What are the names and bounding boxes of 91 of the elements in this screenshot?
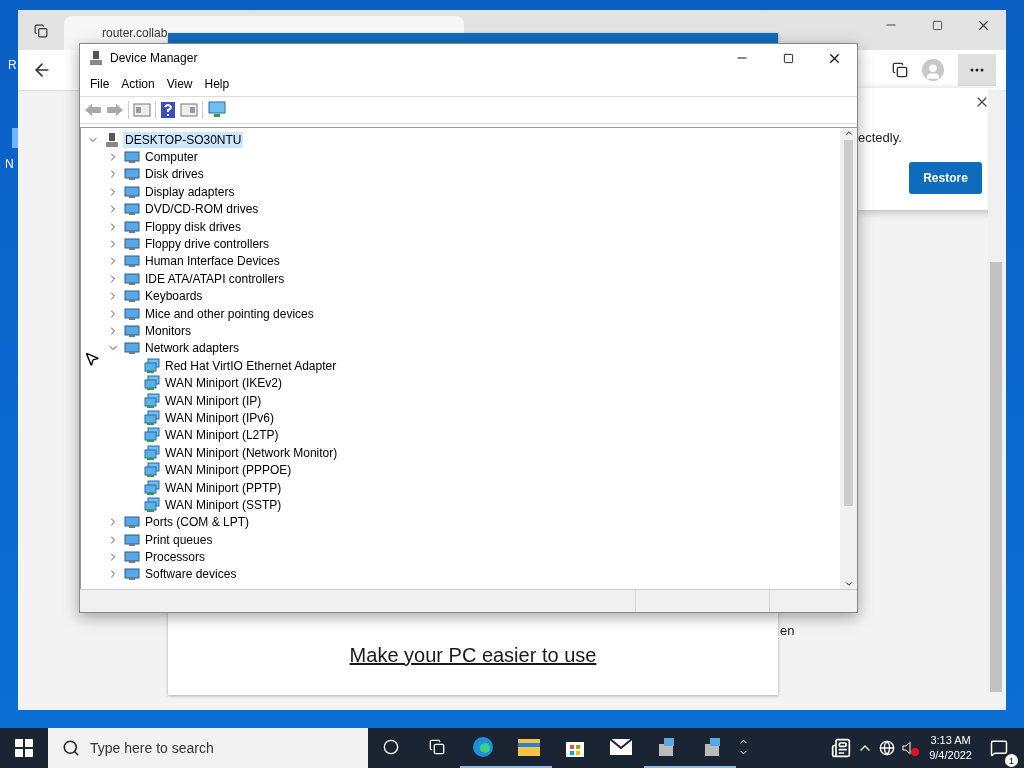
tree-item[interactable]: WAN Miniport (PPPOE) [163, 462, 294, 479]
tree-item[interactable]: WAN Miniport (IPv6) [163, 409, 276, 426]
tree-item[interactable]: WAN Miniport (L2TP) [163, 427, 281, 444]
tree-item[interactable]: WAN Miniport (IKEv2) [163, 375, 284, 392]
device-icon [124, 323, 140, 339]
folder-icon [517, 737, 541, 757]
tree-item[interactable]: Red Hat VirtIO Ethernet Adapter [163, 357, 339, 374]
device-icon [124, 566, 140, 583]
tree-item[interactable]: Keyboards [143, 288, 205, 305]
search-icon [62, 739, 80, 757]
task-view-icon[interactable] [429, 739, 445, 755]
forward-arrow-icon[interactable] [106, 102, 124, 118]
back-arrow-icon[interactable] [84, 102, 102, 118]
tree-item[interactable]: Processors [143, 549, 208, 566]
restore-button[interactable]: Restore [909, 162, 982, 194]
notification-icon [990, 739, 1008, 757]
tree-item[interactable]: Software devices [143, 566, 239, 583]
page-text: en [780, 623, 795, 638]
device-icon [124, 305, 140, 322]
ease-of-use-link[interactable]: Make your PC easier to use [349, 644, 597, 667]
speaker-icon[interactable] [901, 740, 918, 756]
monitor-icon[interactable] [207, 101, 227, 119]
network-icon [144, 375, 160, 392]
device-icon [124, 236, 140, 253]
network-icon [144, 392, 160, 409]
scroll-up-icon[interactable] [843, 128, 854, 138]
notification-text: ectedly. [858, 130, 902, 145]
menu-item[interactable]: File [84, 77, 116, 91]
computer-icon [88, 50, 104, 66]
tree-item[interactable]: Floppy drive controllers [143, 236, 272, 253]
device-icon [124, 201, 140, 218]
desktop-icon-label: N [5, 157, 14, 171]
network-icon [144, 444, 160, 461]
tree-item[interactable]: Network adapters [143, 340, 242, 357]
device-icon [124, 531, 140, 548]
menu-item[interactable]: View [160, 77, 199, 91]
device-icon [124, 514, 140, 531]
collections-icon[interactable] [892, 62, 908, 78]
browser-icon [472, 736, 494, 758]
tree-item[interactable]: DESKTOP-SO30NTU [123, 131, 244, 148]
device-icon [124, 549, 140, 566]
device-icon [124, 166, 140, 183]
tree-item[interactable]: WAN Miniport (Network Monitor) [163, 444, 340, 461]
tree-item[interactable]: WAN Miniport (PPTP) [163, 479, 284, 496]
device-icon [124, 149, 140, 166]
device-icon [124, 288, 140, 305]
network-icon[interactable] [879, 740, 896, 756]
tree-item[interactable]: DVD/CD-ROM drives [143, 201, 261, 218]
device-icon [124, 253, 140, 270]
maximize-icon[interactable] [782, 52, 794, 64]
network-icon [144, 409, 160, 426]
help-icon[interactable] [160, 101, 176, 119]
tree-item[interactable]: Ports (COM & LPT) [143, 514, 251, 531]
network-icon [144, 427, 160, 444]
circle-icon[interactable] [383, 739, 399, 755]
device-icon [124, 218, 140, 235]
clock[interactable]: 3:13 AM 9/4/2022 [923, 733, 978, 763]
device-icon [124, 270, 140, 287]
scrollbar[interactable] [840, 128, 857, 589]
device-icon [124, 183, 140, 200]
scrollbar[interactable] [988, 90, 1004, 694]
network-icon [144, 357, 160, 374]
tree-item[interactable]: Display adapters [143, 183, 237, 200]
tree-item[interactable]: Print queues [143, 531, 215, 548]
network-icon [144, 496, 160, 513]
tree-item[interactable]: Computer [143, 149, 200, 166]
news-icon[interactable] [831, 738, 852, 758]
network-icon [144, 462, 160, 479]
menu-item[interactable]: Action [115, 77, 161, 91]
tree-item[interactable]: Disk drives [143, 166, 206, 183]
windows-icon [15, 739, 33, 757]
menu-item[interactable]: Help [198, 77, 236, 91]
tree-item[interactable]: Mice and other pointing devices [143, 305, 316, 322]
more-icon[interactable] [970, 68, 984, 72]
mail-icon [609, 738, 633, 756]
tree-item[interactable]: Floppy disk drives [143, 218, 244, 235]
search-field[interactable]: Type here to search [48, 728, 368, 768]
device-icon [124, 340, 140, 357]
network-icon [144, 479, 160, 496]
tree-item[interactable]: IDE ATA/ATAPI controllers [143, 270, 287, 287]
mouse-cursor-icon [84, 351, 100, 367]
tree-item[interactable]: Human Interface Devices [143, 253, 282, 270]
desktop-icon-label: R [8, 58, 17, 72]
scroll-down-icon[interactable] [843, 579, 854, 589]
computer-icon [104, 131, 120, 148]
tree-item[interactable]: Monitors [143, 323, 193, 339]
tree-item[interactable]: WAN Miniport (SSTP) [163, 496, 284, 513]
properties-icon[interactable] [133, 102, 151, 118]
tree-item[interactable]: WAN Miniport (IP) [163, 392, 264, 409]
maximize-icon[interactable] [931, 19, 943, 31]
window-title: Device Manager [110, 51, 198, 65]
